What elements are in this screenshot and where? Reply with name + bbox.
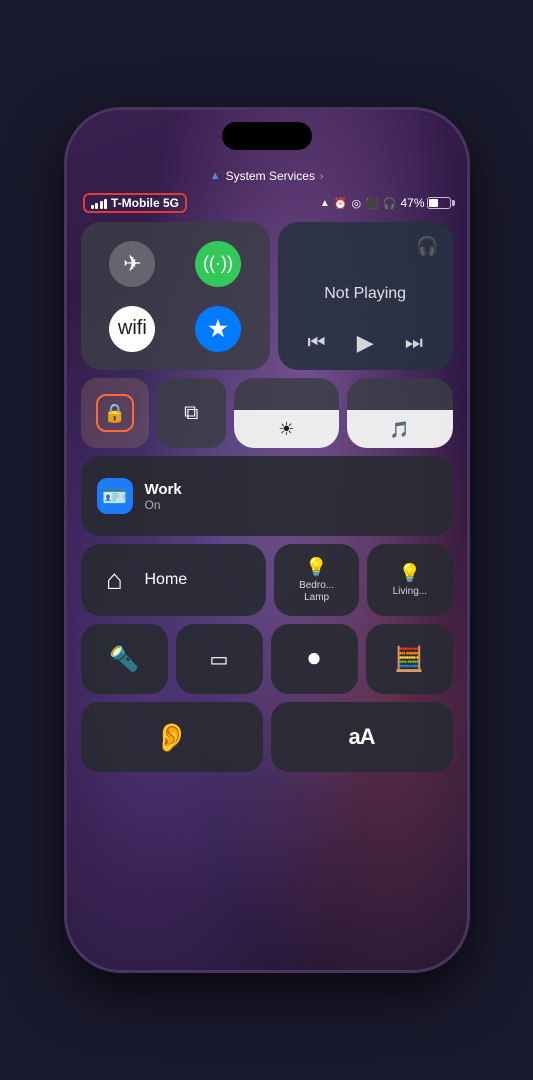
mirror-icon: ⧉: [184, 402, 198, 425]
row-lock-mirror: 🔒 ⧉ ☀ 🎵: [81, 378, 453, 448]
alarm-icon: ⏰: [334, 197, 348, 210]
volume-icon: 🎵: [390, 420, 410, 440]
brightness-slider[interactable]: ☀: [234, 378, 339, 448]
screen-lock-icon: 🔒: [96, 394, 134, 432]
now-playing-panel[interactable]: 🎧 Not Playing ⏮ ▶ ⏭: [278, 222, 453, 370]
screen-record-button[interactable]: ⏺: [271, 624, 358, 694]
bedroom-lamp-label: Bedro...Lamp: [299, 580, 334, 604]
cellular-button[interactable]: ((·)): [195, 241, 241, 287]
focus-button[interactable]: 🪪 Work On: [81, 456, 453, 536]
control-center: ✈ ((·)) wifi ★ 🎧: [81, 222, 453, 940]
carrier-name: T-Mobile 5G: [111, 196, 179, 210]
brightness-icon: ☀: [278, 419, 294, 440]
focus-status-icon: ◎: [351, 197, 361, 210]
carrier-bar: T-Mobile 5G ▲ ⏰ ◎ ⬛ 🎧 47%: [67, 192, 467, 214]
badge-icon: 🪪: [102, 484, 127, 509]
battery-icon: [427, 197, 451, 209]
system-services-label[interactable]: System Services: [226, 169, 315, 183]
focus-sublabel: On: [145, 498, 182, 512]
battery-widget-icon: ▭: [210, 647, 229, 672]
wifi-button[interactable]: wifi: [109, 306, 155, 352]
focus-text: Work On: [145, 481, 182, 512]
status-bar: ▲ System Services ›: [67, 162, 467, 190]
signal-bar-4: [104, 199, 107, 209]
location-status-icon: ▲: [320, 198, 330, 209]
dynamic-island: [222, 122, 312, 150]
battery-percent: 47%: [400, 196, 424, 210]
status-right: ▲ ⏰ ◎ ⬛ 🎧 47%: [320, 196, 451, 210]
media-controls: ⏮ ▶ ⏭: [292, 330, 439, 356]
battery-widget-button[interactable]: ▭: [176, 624, 263, 694]
row-home: ⌂ Home 💡 Bedro...Lamp 💡 Living...: [81, 544, 453, 616]
chevron-icon: ›: [320, 171, 323, 182]
location-icon: ▲: [210, 170, 221, 182]
bluetooth-icon: ★: [208, 316, 228, 342]
home-label: Home: [145, 571, 188, 589]
screen-record-icon: ⏺: [308, 645, 320, 673]
signal-bar-2: [95, 203, 98, 209]
play-button[interactable]: ▶: [357, 330, 374, 356]
fast-forward-button[interactable]: ⏭: [405, 332, 423, 355]
rewind-button[interactable]: ⏮: [307, 332, 325, 355]
headphone-icon: 🎧: [383, 197, 397, 210]
hearing-icon: 👂: [154, 721, 189, 754]
airplane-mode-button[interactable]: ✈: [109, 241, 155, 287]
cellular-icon: ((·)): [203, 253, 233, 274]
focus-icon: 🪪: [97, 478, 133, 514]
living-room-button[interactable]: 💡 Living...: [367, 544, 452, 616]
row-connectivity-nowplaying: ✈ ((·)) wifi ★ 🎧: [81, 222, 453, 370]
phone-screen: ▲ System Services › T-Mobile 5G ▲ ⏰ ◎: [67, 110, 467, 970]
wifi-icon: wifi: [118, 317, 147, 340]
storage-icon: ⬛: [365, 197, 379, 210]
airpods-icon: 🎧: [416, 236, 438, 257]
signal-bar-1: [91, 205, 94, 209]
row-focus: 🪪 Work On: [81, 456, 453, 536]
carrier-info: T-Mobile 5G: [83, 193, 188, 213]
bedroom-lamp-button[interactable]: 💡 Bedro...Lamp: [274, 544, 359, 616]
bedroom-lamp-icon: 💡: [305, 557, 327, 578]
text-size-icon: aA: [348, 724, 374, 750]
flashlight-icon: 🔦: [109, 645, 139, 674]
text-size-button[interactable]: aA: [271, 702, 453, 772]
phone-frame: ▲ System Services › T-Mobile 5G ▲ ⏰ ◎: [67, 110, 467, 970]
home-icon: ⌂: [97, 562, 133, 598]
screen-mirror-button[interactable]: ⧉: [157, 378, 226, 448]
home-button[interactable]: ⌂ Home: [81, 544, 266, 616]
airplane-icon: ✈: [123, 251, 141, 277]
living-room-label: Living...: [393, 586, 427, 598]
row-accessibility: 👂 aA: [81, 702, 453, 772]
connectivity-panel: ✈ ((·)) wifi ★: [81, 222, 270, 370]
hearing-button[interactable]: 👂: [81, 702, 263, 772]
signal-bars: [91, 197, 108, 209]
not-playing-label: Not Playing: [292, 285, 439, 303]
screen-lock-button[interactable]: 🔒: [81, 378, 150, 448]
flashlight-button[interactable]: 🔦: [81, 624, 168, 694]
signal-bar-3: [100, 201, 103, 209]
house-icon: ⌂: [106, 564, 123, 596]
row-bottom-controls: 🔦 ▭ ⏺ 🧮: [81, 624, 453, 694]
bluetooth-button[interactable]: ★: [195, 306, 241, 352]
living-room-icon: 💡: [399, 563, 421, 584]
battery-fill: [429, 199, 438, 207]
battery-container: 47%: [400, 196, 450, 210]
lock-symbol: 🔒: [104, 403, 126, 424]
calculator-icon: 🧮: [394, 645, 424, 674]
volume-slider[interactable]: 🎵: [347, 378, 452, 448]
focus-label: Work: [145, 481, 182, 498]
calculator-button[interactable]: 🧮: [366, 624, 453, 694]
